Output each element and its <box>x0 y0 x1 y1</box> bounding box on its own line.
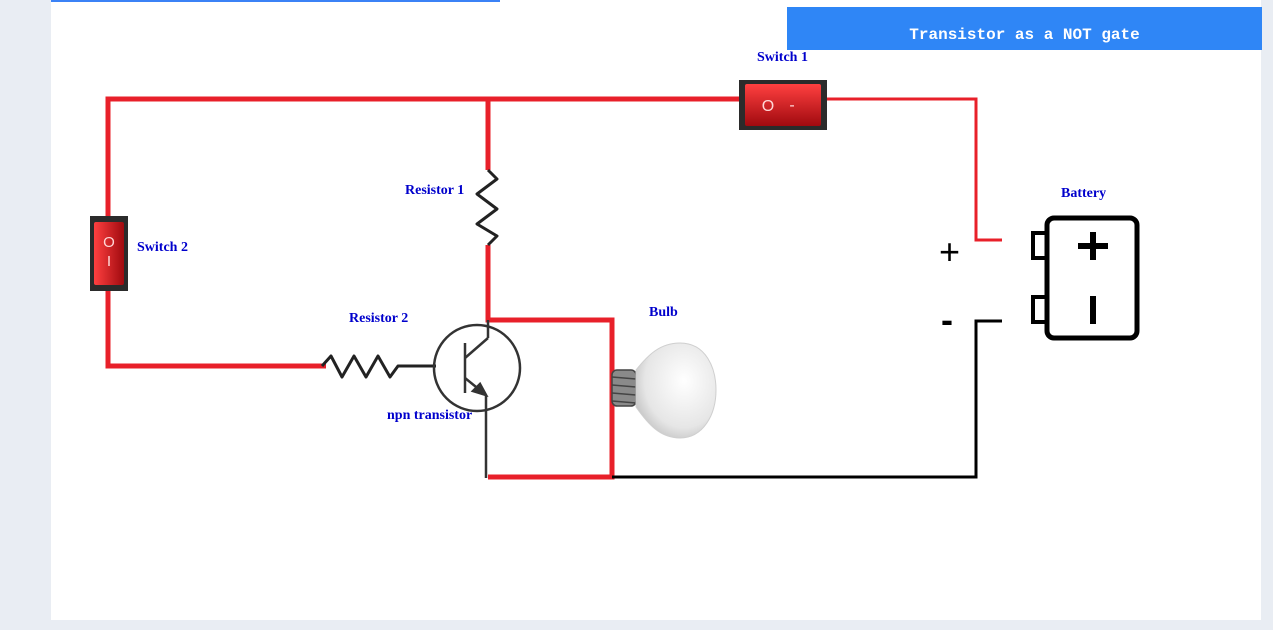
resistor-1 <box>475 168 499 247</box>
bulb-label: Bulb <box>649 305 678 320</box>
battery-minus-sign: - <box>941 299 953 340</box>
bulb <box>611 342 717 439</box>
wire-resistor1-to-collector <box>485 245 615 480</box>
switch-2-label: Switch 2 <box>137 240 188 255</box>
switch-1[interactable]: O - <box>739 80 827 130</box>
transistor-label: npn transistor <box>387 408 473 423</box>
resistor-2 <box>320 354 436 379</box>
switch-2[interactable]: O <box>90 216 128 291</box>
battery-plus-sign: + <box>939 231 961 272</box>
resistor-1-label: Resistor 1 <box>405 183 465 198</box>
transistor-body <box>432 323 522 413</box>
wire-switch2-to-resistor2 <box>105 290 326 369</box>
npn-transistor <box>432 320 522 478</box>
resistor-2-label: Resistor 2 <box>349 311 409 326</box>
switch-1-off-glyph: - <box>789 97 794 114</box>
circuit-diagram: O - O <box>90 80 1140 480</box>
battery <box>1031 215 1140 341</box>
switch-1-label: Switch 1 <box>757 50 808 65</box>
switch-1-on-glyph: O <box>762 98 774 115</box>
switch-2-on-glyph: O <box>103 234 115 251</box>
wire-switch1-to-battery-plus <box>827 97 1002 242</box>
battery-label: Battery <box>1061 186 1107 201</box>
